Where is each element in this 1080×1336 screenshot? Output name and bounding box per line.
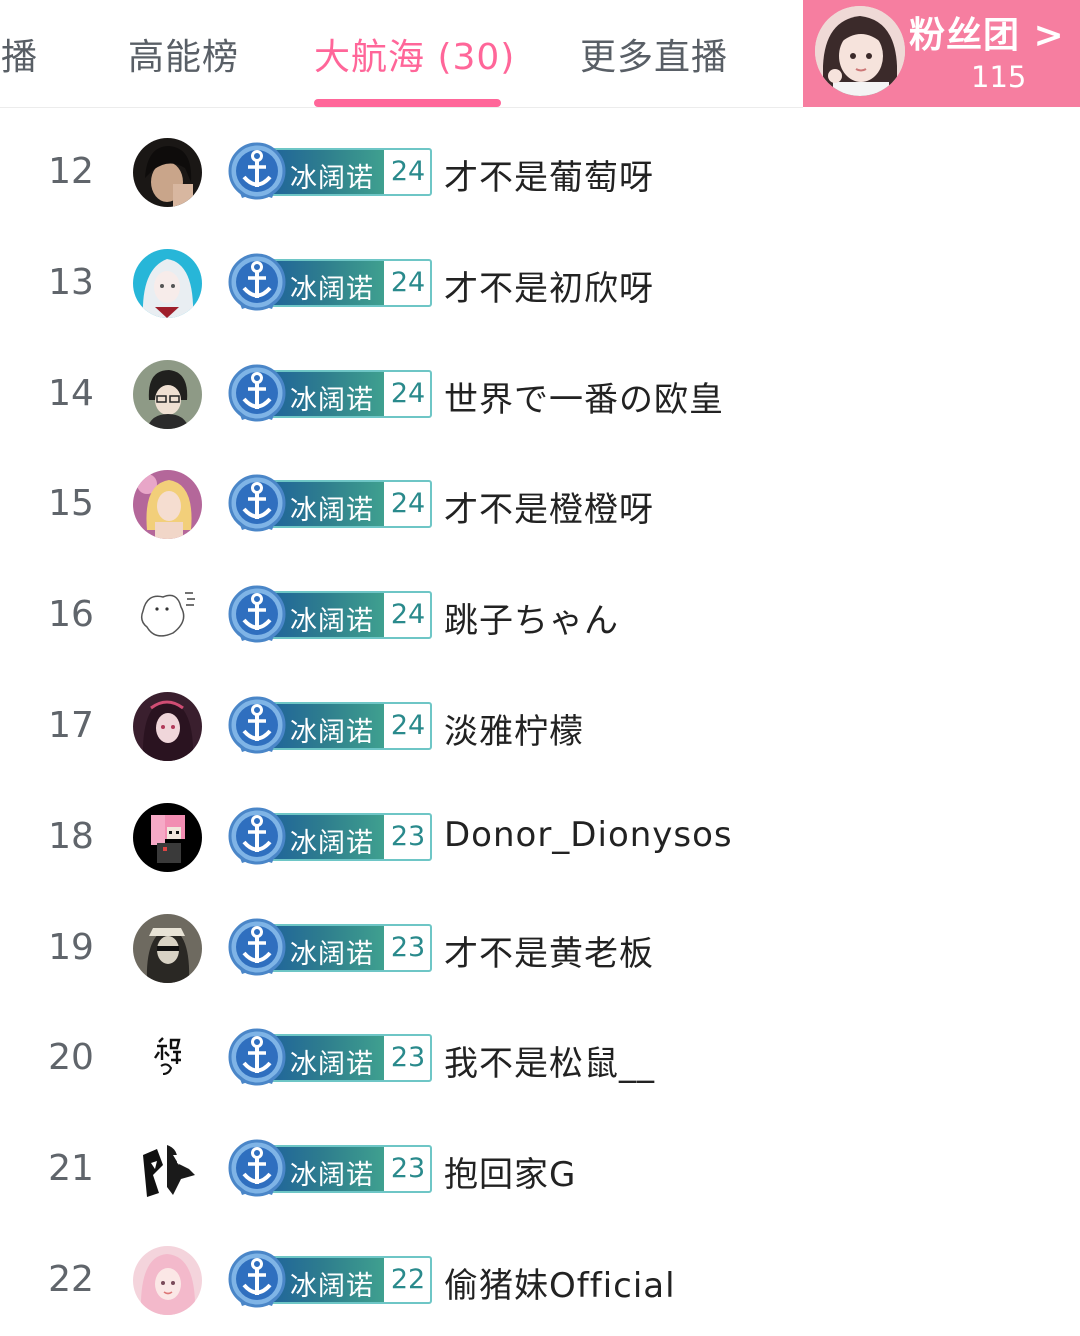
avatar[interactable] xyxy=(133,581,202,651)
tab-high-energy[interactable]: 高能榜 xyxy=(128,28,239,80)
username[interactable]: 跳子ちゃん xyxy=(444,593,619,642)
fan-medal: 冰阔诺 24 xyxy=(226,694,432,756)
rank-number: 20 xyxy=(48,1037,94,1079)
list-item[interactable]: 13 冰阔诺 24 才不是初欣呀 xyxy=(0,228,1080,339)
medal-name: 冰阔诺 xyxy=(290,938,374,970)
medal-level: 23 xyxy=(390,931,426,963)
medal-level: 23 xyxy=(390,1153,426,1185)
tab-more-live[interactable]: 更多直播 xyxy=(580,28,728,80)
fan-medal: 冰阔诺 22 xyxy=(226,1248,432,1310)
avatar[interactable] xyxy=(133,913,202,983)
fan-club-label: 粉丝团 > xyxy=(909,15,1065,56)
list-item[interactable]: 21 冰阔诺 23 抱回家G xyxy=(0,1114,1080,1225)
rank-number: 22 xyxy=(48,1258,94,1300)
medal-name: 冰阔诺 xyxy=(290,273,374,305)
list-item[interactable]: 20 冰阔诺 23 我不是松鼠__ xyxy=(0,1003,1080,1114)
medal-level: 24 xyxy=(390,488,426,520)
medal-level: 24 xyxy=(390,377,426,409)
anchor-icon xyxy=(228,1139,286,1197)
rank-number: 15 xyxy=(48,483,94,525)
avatar[interactable] xyxy=(133,1135,202,1205)
fan-medal: 冰阔诺 23 xyxy=(226,805,432,867)
anchor-icon xyxy=(228,1028,286,1086)
medal-name: 冰阔诺 xyxy=(290,1270,374,1302)
list-item[interactable]: 22 冰阔诺 22 偷猪妹Official xyxy=(0,1225,1080,1336)
avatar[interactable] xyxy=(133,802,202,872)
anchor-icon xyxy=(228,253,286,311)
medal-name: 冰阔诺 xyxy=(290,827,374,859)
anchor-icon xyxy=(228,364,286,422)
username[interactable]: 世界で一番の欧皇 xyxy=(444,372,724,421)
username[interactable]: 才不是黄老板 xyxy=(444,926,654,975)
anchor-icon xyxy=(228,807,286,865)
active-tab-indicator xyxy=(314,99,501,107)
rank-number: 19 xyxy=(48,926,94,968)
list-item[interactable]: 16 冰阔诺 24 跳子ちゃん xyxy=(0,560,1080,671)
rank-number: 17 xyxy=(48,704,94,746)
medal-name: 冰阔诺 xyxy=(290,1049,374,1081)
medal-level: 24 xyxy=(390,709,426,741)
username[interactable]: 偷猪妹Official xyxy=(444,1258,676,1307)
medal-name: 冰阔诺 xyxy=(290,163,374,194)
anchor-icon xyxy=(228,474,286,532)
anchor-icon xyxy=(228,585,286,643)
username[interactable]: 才不是葡萄呀 xyxy=(444,150,654,199)
list-item[interactable]: 17 冰阔诺 24 淡雅柠檬 xyxy=(0,671,1080,782)
username[interactable]: 才不是初欣呀 xyxy=(444,261,654,310)
medal-name: 冰阔诺 xyxy=(290,495,374,527)
username[interactable]: Donor_Dionysos xyxy=(444,815,733,855)
list-item[interactable]: 18 冰阔诺 23 Donor_Dionysos xyxy=(0,782,1080,893)
rank-number: 16 xyxy=(48,594,94,636)
list-item[interactable]: 14 冰阔诺 24 世界で一番の欧皇 xyxy=(0,339,1080,450)
fan-medal: 冰阔诺 23 xyxy=(226,1137,432,1199)
fan-medal: 冰阔诺 24 xyxy=(226,583,432,645)
medal-name: 冰阔诺 xyxy=(290,1160,374,1192)
username[interactable]: 我不是松鼠__ xyxy=(444,1036,655,1085)
rank-number: 13 xyxy=(48,261,94,303)
medal-name: 冰阔诺 xyxy=(290,716,374,748)
fan-medal: 冰阔诺 23 xyxy=(226,1026,432,1088)
list-item[interactable]: 19 冰阔诺 23 才不是黄老板 xyxy=(0,893,1080,1004)
anchor-icon xyxy=(228,918,286,976)
divider xyxy=(0,107,803,108)
medal-level: 24 xyxy=(390,156,426,187)
medal-name: 冰阔诺 xyxy=(290,384,374,416)
tab-guard[interactable]: 大航海 (30) xyxy=(314,28,515,80)
medal-name: 冰阔诺 xyxy=(290,606,374,638)
anchor-icon xyxy=(228,142,286,200)
medal-level: 23 xyxy=(390,1042,426,1074)
username[interactable]: 淡雅柠檬 xyxy=(444,704,584,753)
medal-level: 24 xyxy=(390,266,426,298)
username[interactable]: 才不是橙橙呀 xyxy=(444,482,654,531)
avatar[interactable] xyxy=(133,1245,202,1315)
fan-medal: 冰阔诺 24 xyxy=(226,362,432,424)
fan-medal: 冰阔诺 24 xyxy=(226,472,432,534)
streamer-avatar xyxy=(815,6,905,96)
guard-list: 12 冰阔诺 24 才不是葡萄呀 13 冰阔诺 24 才不是初欣呀 14 冰阔诺… xyxy=(0,117,1080,1336)
avatar[interactable] xyxy=(133,138,202,207)
fan-medal: 冰阔诺 23 xyxy=(226,916,432,978)
avatar[interactable] xyxy=(133,691,202,761)
fan-medal: 冰阔诺 24 xyxy=(226,251,432,313)
fan-medal: 冰阔诺 24 xyxy=(226,140,432,202)
anchor-icon xyxy=(228,696,286,754)
fan-club-button[interactable]: 粉丝团 > 115 xyxy=(803,0,1080,107)
anchor-icon xyxy=(228,1250,286,1308)
rank-number: 18 xyxy=(48,815,94,857)
fan-club-count: 115 xyxy=(971,60,1027,94)
medal-level: 24 xyxy=(390,599,426,631)
avatar[interactable] xyxy=(133,359,202,429)
rank-number: 21 xyxy=(48,1148,94,1190)
username[interactable]: 抱回家G xyxy=(444,1147,576,1196)
medal-level: 22 xyxy=(390,1263,426,1295)
avatar[interactable] xyxy=(133,1024,202,1094)
rank-number: 14 xyxy=(48,372,94,414)
list-item[interactable]: 12 冰阔诺 24 才不是葡萄呀 xyxy=(0,117,1080,228)
rank-number: 12 xyxy=(48,151,94,192)
avatar[interactable] xyxy=(133,248,202,318)
tab-anchor[interactable]: 主播 xyxy=(0,28,38,80)
list-item[interactable]: 15 冰阔诺 24 才不是橙橙呀 xyxy=(0,449,1080,560)
avatar[interactable] xyxy=(133,470,202,540)
medal-level: 23 xyxy=(390,820,426,852)
